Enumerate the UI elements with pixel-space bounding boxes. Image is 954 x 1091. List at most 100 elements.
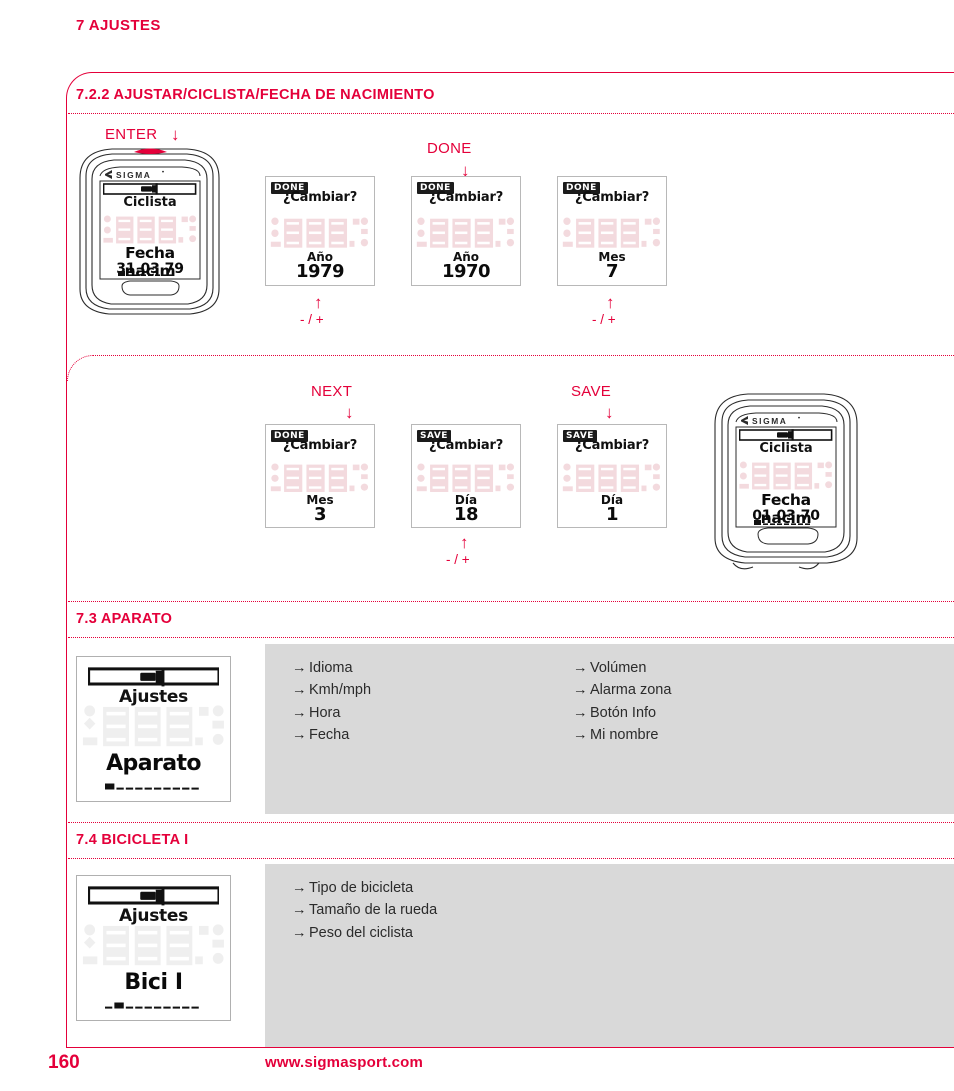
bullet-arrow-icon: → [292, 880, 307, 896]
chapter-title: 7 AJUSTES [76, 17, 161, 34]
label-enter: ENTER [105, 126, 158, 143]
divider-above-73 [68, 601, 954, 602]
device-bottom-sublabel: Ciclista [759, 441, 813, 456]
aparato-topbar-icon [87, 667, 220, 687]
adjust-arrow-up-r2c2: ↑ [460, 533, 469, 552]
value-r2c3: 1 [605, 504, 619, 525]
divider-above-74 [68, 822, 954, 823]
list-item[interactable]: → Hora [292, 702, 371, 724]
list-item-label: Mi nombre [590, 727, 659, 744]
bicicleta-progress-dashes [104, 1002, 203, 1010]
device-top-lcd: Ciclista Fecha nacim 31.03.79 [100, 181, 200, 279]
lcd-screen-r2c3: SAVE ¿Cambiar? Día 1 [557, 424, 667, 528]
ghost-segments-r2c1 [270, 463, 369, 494]
frame-bottom-rule [66, 1047, 954, 1048]
list-item-label: Hora [309, 704, 341, 721]
list-item[interactable]: → Idioma [292, 657, 371, 679]
bullet-arrow-icon: → [573, 727, 588, 744]
adjust-arrow-up-r1c1: ↑ [314, 293, 323, 312]
lcd-screen-r1c3: DONE ¿Cambiar? Mes 7 [557, 176, 667, 286]
manual-page: 7 AJUSTES 7.2.2 AJUSTAR/CICLISTA/FECHA D… [0, 0, 954, 1091]
bullet-arrow-icon: → [292, 660, 307, 676]
bicicleta-mainlabel: Bici I [124, 970, 183, 995]
bicicleta-items-left: → Tipo de bicicleta → Tamaño de la rueda →… [292, 877, 437, 944]
lcd-screen-r2c2: SAVE ¿Cambiar? Día 18 [411, 424, 521, 528]
divider-under-73 [68, 637, 954, 638]
ghost-segments-r1c2 [416, 217, 515, 249]
aparato-right-list: → Volúmen → Alarma zona → Botón Info → Mi no… [573, 657, 671, 747]
ghost-segments-r1c1 [270, 217, 369, 249]
lcd-screen-r1c1: DONE ¿Cambiar? Año 1979 [265, 176, 375, 286]
bullet-arrow-icon: → [573, 660, 588, 676]
list-item-label: Kmh/mph [309, 682, 372, 699]
question-r1c3: ¿Cambiar? [574, 190, 650, 205]
bullet-arrow-icon: → [292, 682, 307, 699]
section-heading-74: 7.4 BICICLETA I [76, 832, 189, 848]
label-save: SAVE [571, 383, 612, 400]
bullet-arrow-icon: → [292, 924, 307, 941]
adjust-label-r2c2: - / + [446, 552, 470, 567]
device-top-sublabel: Ciclista [123, 195, 177, 210]
list-item-label: Tipo de bicicleta [309, 880, 414, 896]
ghost-segments-r1c3 [562, 217, 661, 249]
page-number: 160 [48, 1052, 80, 1073]
bullet-arrow-icon: → [292, 902, 307, 919]
device-bottom-lcd: Ciclista Fecha nacim 01.03.70 [736, 427, 836, 527]
website-link[interactable]: www.sigmasport.com [265, 1054, 423, 1071]
value-r1c1: 1979 [295, 261, 345, 282]
list-item[interactable]: → Kmh/mph [292, 679, 371, 701]
question-r2c2: ¿Cambiar? [428, 438, 504, 453]
divider-under-74 [68, 858, 954, 859]
bullet-arrow-icon: → [292, 727, 307, 744]
bicicleta-left-list: → Tipo de bicicleta → Tamaño de la rueda →… [292, 877, 437, 944]
question-r1c1: ¿Cambiar? [282, 190, 358, 205]
list-item[interactable]: → Peso del ciclista [292, 922, 437, 944]
bullet-arrow-icon: → [573, 704, 588, 721]
bicicleta-topbar-icon [87, 886, 220, 906]
list-item[interactable]: → Tamaño de la rueda [292, 899, 437, 921]
list-item-label: Botón Info [590, 704, 657, 721]
bullet-arrow-icon: → [573, 682, 588, 699]
list-item[interactable]: → Volúmen [573, 657, 671, 679]
label-done-row1: DONE [427, 140, 472, 157]
svg-text:SIGMA: SIGMA [752, 416, 787, 426]
adjust-arrow-up-r1c3: ↑ [606, 293, 615, 312]
list-item[interactable]: → Mi nombre [573, 724, 671, 746]
enter-arrow-down-icon: ↓ [171, 125, 180, 144]
aparato-ghost-segments [82, 704, 226, 748]
adjust-label-r1c3: - / + [592, 312, 616, 327]
lcd-bicicleta: Ajustes Bici I [76, 875, 231, 1021]
list-item-label: Peso del ciclista [309, 924, 413, 941]
list-item-label: Idioma [309, 660, 353, 676]
aparato-items-left: → Idioma → Kmh/mph → Hora → Fecha [292, 657, 371, 747]
list-item-label: Alarma zona [590, 682, 672, 699]
divider-under-722 [68, 113, 954, 114]
question-r2c3: ¿Cambiar? [574, 438, 650, 453]
aparato-mainlabel: Aparato [106, 751, 201, 776]
aparato-items-right: → Volúmen → Alarma zona → Botón Info → Mi no… [573, 657, 671, 747]
list-item-label: Fecha [309, 727, 350, 744]
next-arrow-down-icon: ↓ [345, 403, 354, 422]
question-r2c1: ¿Cambiar? [282, 438, 358, 453]
lcd-aparato: Ajustes Aparato [76, 656, 231, 802]
section-heading-73: 7.3 APARATO [76, 611, 173, 627]
frame-top-rule [92, 72, 954, 73]
list-item-label: Volúmen [590, 660, 647, 676]
lcd-screen-r1c2: DONE ¿Cambiar? Año 1970 [411, 176, 521, 286]
list-item[interactable]: → Alarma zona [573, 679, 671, 701]
ghost-segments-r2c3 [562, 463, 661, 494]
aparato-progress-dashes [104, 783, 203, 791]
aparato-left-list: → Idioma → Kmh/mph → Hora → Fecha [292, 657, 371, 747]
list-item-label: Tamaño de la rueda [309, 902, 438, 919]
value-r2c1: 3 [313, 504, 327, 525]
svg-text:SIGMA: SIGMA [116, 170, 151, 180]
adjust-label-r1c1: - / + [300, 312, 324, 327]
section-heading-722: 7.2.2 AJUSTAR/CICLISTA/FECHA DE NACIMIEN… [76, 87, 435, 103]
list-item[interactable]: → Tipo de bicicleta [292, 877, 437, 899]
value-r1c2: 1970 [441, 261, 491, 282]
list-item[interactable]: → Fecha [292, 724, 371, 746]
bullet-arrow-icon: → [292, 704, 307, 721]
question-r1c2: ¿Cambiar? [428, 190, 504, 205]
list-item[interactable]: → Botón Info [573, 702, 671, 724]
ghost-segments-r2c2 [416, 463, 515, 494]
